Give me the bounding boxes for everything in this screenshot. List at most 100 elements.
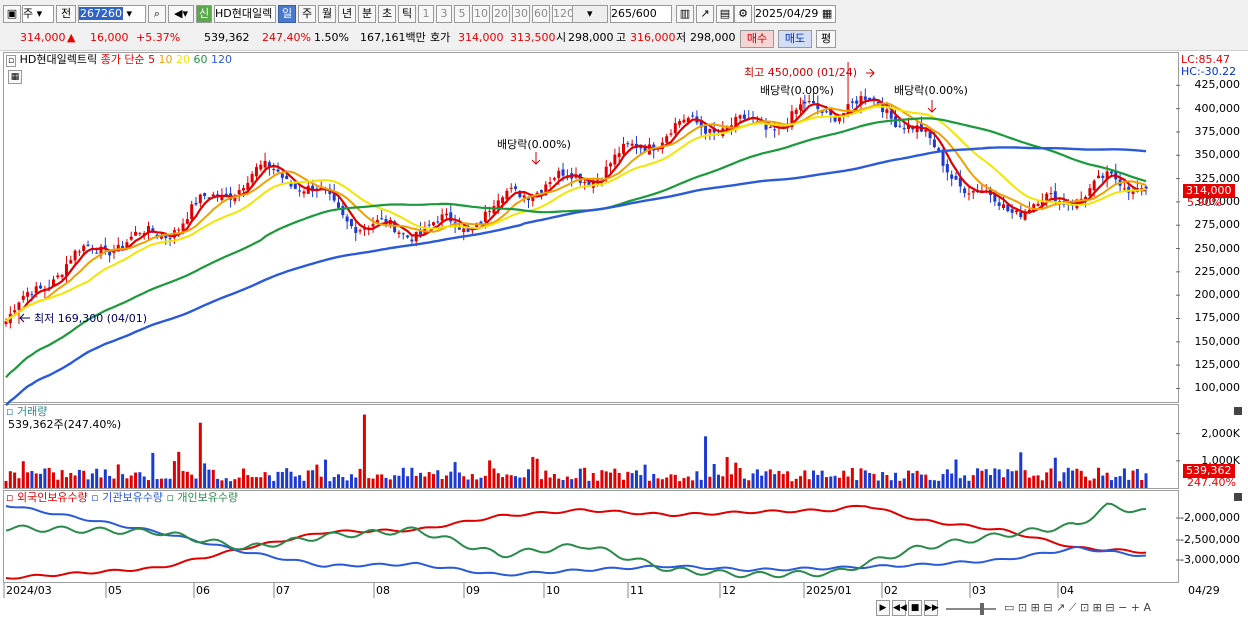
rewind-icon[interactable]: ◀◀ [892,600,907,616]
high-marker-arrow [866,68,875,78]
candle-body [561,169,565,176]
volume-bar [570,479,574,488]
volume-bar [1071,470,1075,488]
legend-box-icon: ▫ [6,55,17,67]
zoom-slider[interactable] [946,608,996,610]
volume-bar [134,472,138,488]
chart-canvas[interactable] [0,0,1248,621]
bottom-controls: ▶ ◀◀ ■ ▶▶ ▭ ⊡ ⊞ ⊟ ↗ ⟋ ⊡ ⊞ ⊟ − + A [876,600,1244,618]
volume-bar [963,475,967,488]
volume-bar [99,477,103,488]
volume-bar [311,470,315,488]
volume-bar [259,477,263,488]
candle-body [941,150,945,166]
candle-body [77,251,81,253]
candle-body [824,111,828,113]
volume-bar [501,477,505,488]
volume-bar [349,474,353,488]
volume-bar [729,474,733,488]
holder-legend-label: 개인보유수량 [177,491,239,504]
candle-body [894,116,898,127]
candle-body [73,250,77,261]
candle-body [1101,175,1105,178]
volume-bar [742,478,746,488]
chart-tool-icons[interactable]: ▭ ⊡ ⊞ ⊟ ↗ ⟋ ⊡ ⊞ ⊟ − + A [1004,601,1151,615]
price-tick-label: 175,000 [1194,311,1241,325]
zoom-slider-handle[interactable] [980,603,984,615]
fast-forward-icon[interactable]: ▶▶ [924,600,939,616]
candle-body [414,232,418,242]
candle-body [1092,180,1096,191]
volume-bar [872,473,876,488]
volume-bar [539,479,543,488]
volume-bar [375,474,379,488]
volume-bar [786,471,790,488]
volume-bar [112,478,116,488]
volume-bar [388,479,392,488]
volume-bar [159,478,163,488]
holder-legend-2: ▫ 개인보유수량 [166,491,239,504]
volume-bar [643,464,647,488]
ma-legend-10: 10 [155,53,173,66]
holder-line-2 [5,502,1147,579]
candle-body [302,191,306,194]
candle-body [436,221,440,223]
candle-body [194,202,198,205]
candle-body [708,128,712,133]
volume-bar [725,457,729,488]
stock-title: HD현대일렉트릭 [19,53,98,66]
volume-bar [358,468,362,488]
candle-body [293,183,297,189]
volume-bar [39,473,43,488]
volume-bar [980,470,984,488]
volume-bar [1019,452,1023,488]
volume-bar [855,480,859,488]
volume-bar [790,481,794,488]
candle-body [103,245,107,248]
volume-bar [90,473,94,488]
volume-bar [185,471,189,488]
candle-body [345,216,349,222]
scroll-right-icon[interactable]: ▶ [876,600,890,616]
candle-body [349,218,353,227]
stop-icon[interactable]: ■ [908,600,922,616]
volume-bar [1097,467,1100,488]
volume-bar [574,478,578,488]
volume-bar [410,467,414,488]
volume-bar [604,471,608,488]
volume-bar [60,470,64,488]
volume-bar [457,472,461,488]
price-tick-label: 350,000 [1194,148,1241,162]
volume-bar [1058,481,1062,488]
volume-bar [911,473,915,488]
candle-body [1014,210,1018,213]
annotation-label: 최저 169,300 (04/01) [34,312,148,325]
candle-body [30,294,34,296]
volume-bar [432,474,435,488]
volume-bar [332,476,336,488]
volume-bar [1010,471,1014,488]
candle-body [768,127,772,129]
volume-bar [82,470,86,488]
volume-bar [868,472,872,488]
candle-body [21,295,25,300]
calculator-icon[interactable]: ▦ [8,70,22,84]
annotation-label: 배당락(0.00%) [760,84,834,97]
x-tick-label: 04 [1060,584,1074,597]
volume-bar [639,475,643,488]
volume-bar [77,469,81,488]
price-tick-label: 275,000 [1194,218,1241,232]
candle-body [95,252,99,254]
volume-bar [1135,468,1139,488]
price-tick-label: 375,000 [1194,124,1241,138]
volume-bar [937,480,941,488]
volume-bar [289,471,293,488]
volume-bar [673,474,677,488]
candle-body [557,170,561,179]
volume-bar [164,478,168,488]
volume-bar [1049,468,1053,488]
candle-body [812,101,815,104]
volume-bar [1114,476,1118,488]
volume-bar [954,459,958,488]
candle-body [514,186,518,189]
